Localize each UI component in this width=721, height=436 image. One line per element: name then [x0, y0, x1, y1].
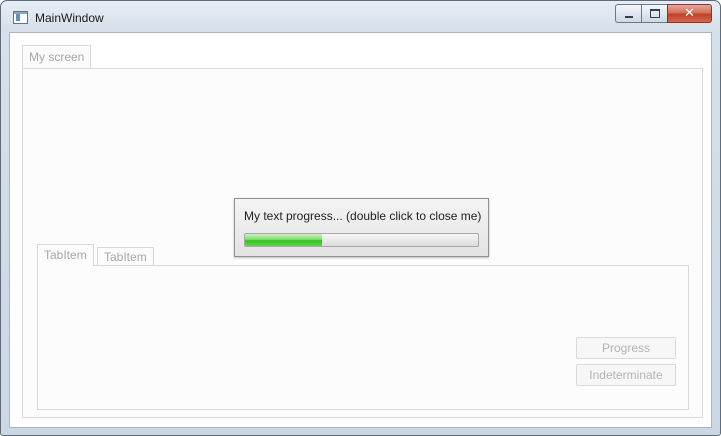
caption-buttons: ✕: [615, 4, 712, 23]
progress-popup[interactable]: My text progress... (double click to clo…: [234, 198, 489, 257]
tab-my-screen[interactable]: My screen: [22, 45, 92, 70]
main-window: MainWindow ✕ My screen TabItem TabItem P…: [0, 0, 721, 436]
title-bar[interactable]: MainWindow ✕: [1, 1, 720, 34]
maximize-button[interactable]: [641, 4, 667, 23]
close-button[interactable]: ✕: [667, 4, 712, 23]
maximize-icon: [649, 9, 660, 18]
window-app-icon[interactable]: [13, 11, 28, 24]
indeterminate-button[interactable]: Indeterminate: [576, 364, 676, 386]
minimize-button[interactable]: [615, 4, 641, 23]
progress-bar: [244, 233, 479, 247]
progress-popup-text: My text progress... (double click to clo…: [244, 209, 482, 223]
close-icon: ✕: [684, 6, 695, 21]
tab-tabitem-2[interactable]: TabItem: [97, 247, 154, 266]
minimize-icon: [624, 15, 633, 18]
progress-button[interactable]: Progress: [576, 337, 676, 359]
window-title: MainWindow: [35, 11, 104, 25]
tab-tabitem-1[interactable]: TabItem: [37, 244, 94, 266]
progress-bar-fill: [245, 234, 322, 246]
